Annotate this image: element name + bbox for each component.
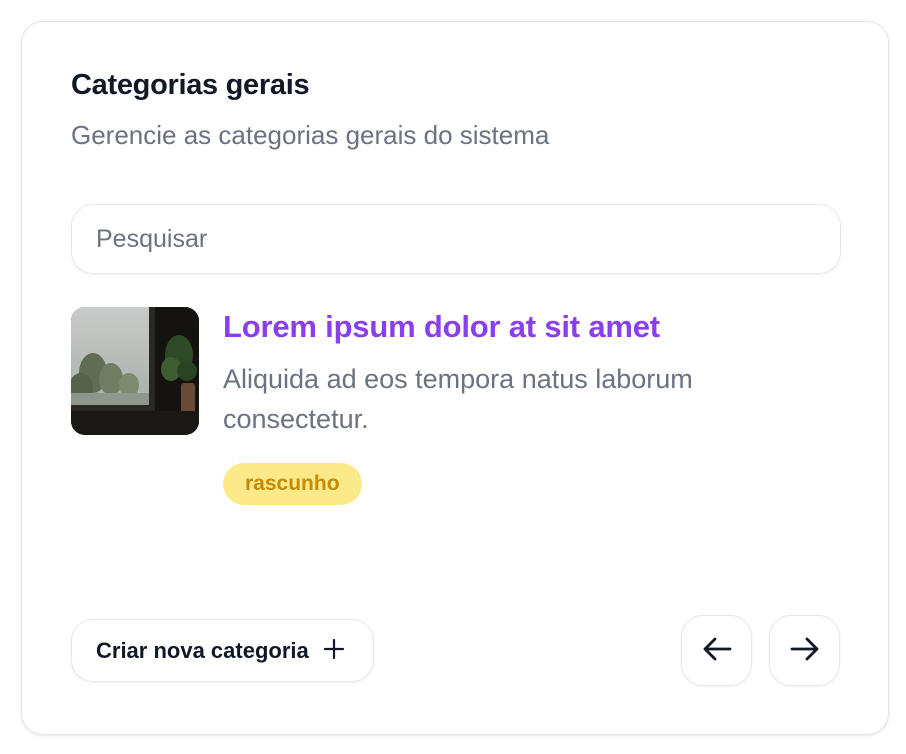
item-title[interactable]: Lorem ipsum dolor at sit amet: [223, 309, 660, 345]
search-input[interactable]: [71, 204, 841, 274]
page-title: Categorias gerais: [71, 69, 310, 101]
list-item[interactable]: Lorem ipsum dolor at sit amet Aliquida a…: [71, 307, 841, 507]
previous-page-button[interactable]: [681, 615, 752, 686]
arrow-left-icon: [700, 632, 734, 669]
next-page-button[interactable]: [769, 615, 840, 686]
category-thumbnail: [71, 307, 199, 435]
status-badge: rascunho: [223, 463, 362, 505]
item-description: Aliquida ad eos tempora natus laborum co…: [223, 364, 693, 434]
create-category-button[interactable]: Criar nova categoria: [71, 619, 374, 682]
create-category-label: Criar nova categoria: [96, 637, 309, 663]
plus-icon: [323, 636, 345, 666]
page-subtitle: Gerencie as categorias gerais do sistema: [71, 120, 550, 150]
categories-card: Categorias gerais Gerencie as categorias…: [21, 21, 889, 735]
arrow-right-icon: [788, 632, 822, 669]
